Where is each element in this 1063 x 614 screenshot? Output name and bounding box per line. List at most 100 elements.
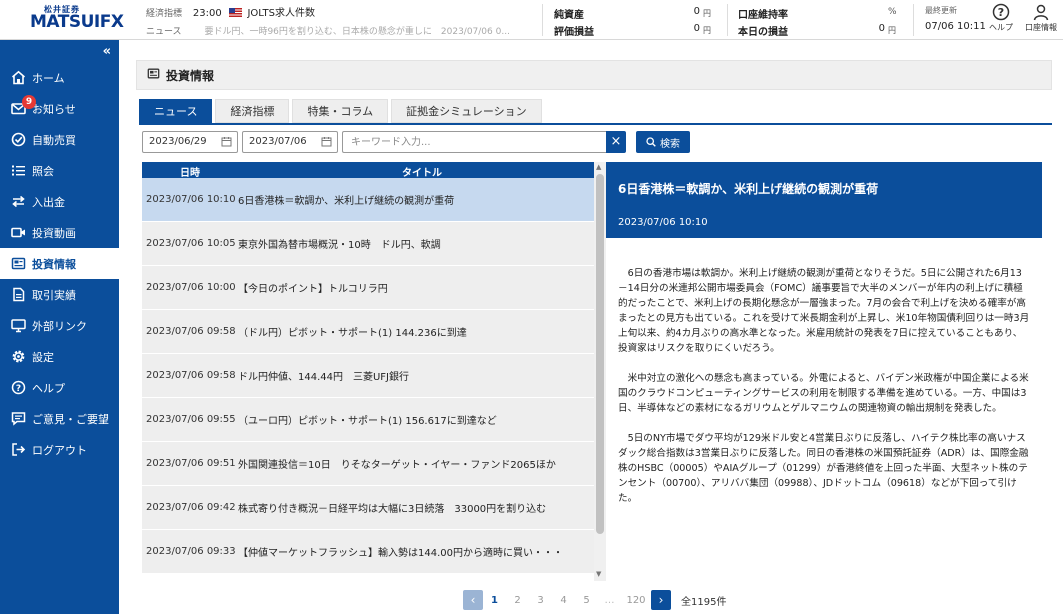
- net-assets-value: 0: [693, 6, 700, 17]
- clear-keyword-button[interactable]: ×: [606, 131, 626, 153]
- tab-features-columns[interactable]: 特集・コラム: [292, 99, 389, 123]
- news-row[interactable]: 2023/07/06 09:55 （ユーロ円）ピボット・サポート(1) 156.6…: [142, 398, 594, 442]
- header-divider: [542, 4, 543, 36]
- valuation-unit: 円: [703, 26, 711, 35]
- news-row[interactable]: 2023/07/06 10:00 【今日のポイント】トルコリラ円: [142, 266, 594, 310]
- user-icon: [1033, 4, 1049, 21]
- header-divider: [913, 4, 914, 36]
- news-row-title: 外国関連投信＝10日 りそなターゲット・イヤー・ファンド2065ほか: [238, 460, 556, 471]
- chevron-right-icon: ›: [658, 593, 664, 607]
- news-row[interactable]: 2023/07/06 09:42 株式寄り付き概況－日経平均は大幅に3日続落 33…: [142, 486, 594, 530]
- sidebar-item-logout[interactable]: ログアウト: [0, 434, 119, 465]
- sidebar-item-home[interactable]: ホーム: [0, 62, 119, 93]
- page-number[interactable]: 2: [506, 595, 529, 606]
- sidebar-item-deposit-withdraw[interactable]: 入出金: [0, 186, 119, 217]
- sidebar: « ホーム 9 お知らせ 自動売買 照会 入出金 投資動画 投資情報 取引実績 …: [0, 40, 119, 614]
- page-title: 投資情報: [166, 68, 215, 83]
- econ-indicator-row[interactable]: 経済指標 23:00 JOLTS求人件数: [146, 4, 315, 19]
- sidebar-item-videos[interactable]: 投資動画: [0, 217, 119, 248]
- news-row[interactable]: 2023/07/06 09:33 【仲値マーケットフラッシュ】輸入勢は144.00…: [142, 530, 594, 574]
- sidebar-item-label: ご意見・ご要望: [32, 412, 109, 426]
- prev-page-button[interactable]: ‹: [463, 590, 483, 610]
- sidebar-item-inquiry[interactable]: 照会: [0, 155, 119, 186]
- sidebar-item-trade-history[interactable]: 取引実績: [0, 279, 119, 310]
- date-to-input[interactable]: 2023/07/06: [242, 131, 338, 153]
- sidebar-item-label: 外部リンク: [32, 319, 87, 333]
- date-to-value: 2023/07/06: [249, 136, 307, 147]
- column-header-title: タイトル: [402, 168, 442, 179]
- help-header-button[interactable]: ? ヘルプ: [984, 3, 1018, 33]
- page-number[interactable]: 1: [483, 595, 506, 606]
- news-row-date: 2023/07/06 09:33: [146, 546, 236, 557]
- news-detail-body: 6日の香港市場は軟調か。米利上げ継続の観測が重荷となりそうだ。5日に公開された6…: [618, 266, 1030, 521]
- news-row-title: 【今日のポイント】トルコリラ円: [238, 284, 388, 295]
- news-ticker-row[interactable]: ニュース 要ドル円、一時96円を割り込む、日本株の懸念が重しに 2023/07/…: [146, 24, 536, 37]
- sidebar-item-investment-info[interactable]: 投資情報: [0, 248, 119, 279]
- news-list: 日時 タイトル 2023/07/06 10:10 6日香港株＝軟調か、米利上げ継続…: [142, 162, 606, 581]
- tab-economic-indicators[interactable]: 経済指標: [215, 99, 290, 123]
- sidebar-item-notices[interactable]: 9 お知らせ: [0, 93, 119, 124]
- header: 松井証券 MATSUIFX 経済指標 23:00 JOLTS求人件数 ニュース …: [0, 0, 1063, 40]
- scrollbar-thumb[interactable]: [596, 174, 604, 534]
- news-list-header: 日時 タイトル: [142, 162, 594, 179]
- sidebar-item-label: お知らせ: [32, 102, 76, 116]
- search-icon: [646, 137, 656, 147]
- help-icon: ?: [10, 380, 26, 396]
- pagination: ‹ 1 2 3 4 5 … 120 › 全1195件: [463, 590, 726, 610]
- econ-event: JOLTS求人件数: [247, 8, 315, 19]
- news-row[interactable]: 2023/07/06 09:58 （ドル円）ピボット・サポート(1) 144.23…: [142, 310, 594, 354]
- news-row[interactable]: 2023/07/06 09:51 外国関連投信＝10日 りそなターゲット・イヤー・…: [142, 442, 594, 486]
- news-row-date: 2023/07/06 10:00: [146, 282, 236, 293]
- maintenance-unit: %: [888, 7, 897, 17]
- sidebar-item-settings[interactable]: 設定: [0, 341, 119, 372]
- page-number[interactable]: 4: [552, 595, 575, 606]
- news-row[interactable]: 2023/07/06 10:05 東京外国為替市場概況・10時 ドル円、軟調: [142, 222, 594, 266]
- news-detail-header: 6日香港株＝軟調か、米利上げ継続の観測が重荷 2023/07/06 10:10: [606, 162, 1042, 238]
- sidebar-item-feedback[interactable]: ご意見・ご要望: [0, 403, 119, 434]
- column-header-date: 日時: [180, 168, 200, 179]
- news-list-scrollbar[interactable]: ▲ ▼: [594, 162, 606, 581]
- help-header-label: ヘルプ: [989, 23, 1013, 32]
- account-info-label: 口座情報: [1025, 23, 1057, 32]
- page-number-last[interactable]: 120: [621, 595, 651, 606]
- today-pl-unit: 円: [888, 26, 896, 35]
- news-label: ニュース: [146, 27, 182, 37]
- sidebar-item-label: 投資動画: [32, 226, 76, 240]
- page-number[interactable]: 5: [575, 595, 598, 606]
- newspaper-icon: [147, 67, 160, 83]
- news-detail: 6日香港株＝軟調か、米利上げ継続の観測が重荷 2023/07/06 10:10 …: [606, 162, 1042, 581]
- sidebar-item-label: ヘルプ: [32, 381, 65, 395]
- date-from-input[interactable]: 2023/06/29: [142, 131, 238, 153]
- news-row[interactable]: 2023/07/06 10:10 6日香港株＝軟調か、米利上げ継続の観測が重荷: [142, 178, 594, 222]
- news-row[interactable]: 2023/07/06 09:58 ドル円仲値、144.44円 三菱UFJ銀行: [142, 354, 594, 398]
- sidebar-item-help[interactable]: ? ヘルプ: [0, 372, 119, 403]
- news-row-title: 【仲値マーケットフラッシュ】輸入勢は144.00円から適時に買い・・・: [238, 548, 563, 559]
- econ-label: 経済指標: [146, 9, 183, 19]
- next-page-button[interactable]: ›: [651, 590, 671, 610]
- tab-news[interactable]: ニュース: [139, 99, 213, 123]
- notification-badge: 9: [22, 95, 36, 109]
- sidebar-item-label: 投資情報: [32, 257, 76, 271]
- page-number[interactable]: 3: [529, 595, 552, 606]
- sidebar-item-label: 自動売買: [32, 133, 76, 147]
- sidebar-nav: ホーム 9 お知らせ 自動売買 照会 入出金 投資動画 投資情報 取引実績 外部…: [0, 62, 119, 465]
- calendar-icon: [321, 137, 332, 147]
- search-button[interactable]: 検索: [636, 131, 690, 153]
- sidebar-item-external-links[interactable]: 外部リンク: [0, 310, 119, 341]
- news-row-title: ドル円仲値、144.44円 三菱UFJ銀行: [238, 372, 410, 383]
- tab-margin-simulation[interactable]: 証拠金シミュレーション: [391, 99, 542, 123]
- tab-bar: ニュース 経済指標 特集・コラム 証拠金シミュレーション: [139, 99, 545, 123]
- econ-time: 23:00: [192, 8, 222, 19]
- news-row-date: 2023/07/06 09:58: [146, 326, 236, 337]
- matsui-fx-logo[interactable]: 松井証券 MATSUIFX: [0, 0, 124, 40]
- scroll-up-icon[interactable]: ▲: [596, 163, 601, 171]
- collapse-sidebar-button[interactable]: «: [103, 44, 111, 59]
- news-ticker[interactable]: 経済指標 23:00 JOLTS求人件数 ニュース 要ドル円、一時96円を割り込…: [146, 2, 536, 38]
- tab-underline: [139, 123, 1052, 125]
- keyword-input[interactable]: [342, 131, 606, 153]
- document-icon: [10, 287, 26, 303]
- home-icon: [10, 70, 26, 86]
- scroll-down-icon[interactable]: ▼: [596, 570, 601, 578]
- sidebar-item-auto-trade[interactable]: 自動売買: [0, 124, 119, 155]
- account-info-button[interactable]: 口座情報: [1024, 3, 1058, 33]
